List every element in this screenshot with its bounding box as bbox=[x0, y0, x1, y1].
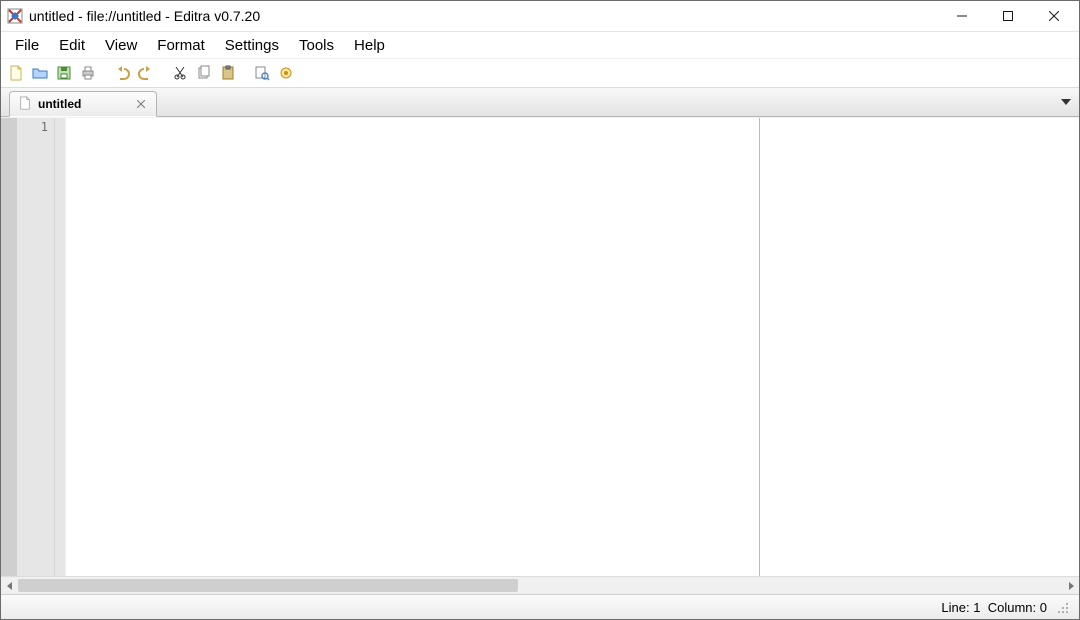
scroll-left-icon[interactable] bbox=[1, 577, 18, 594]
minimize-button[interactable] bbox=[939, 1, 985, 31]
tabstrip: untitled bbox=[1, 88, 1079, 117]
status-column-value: 0 bbox=[1040, 600, 1047, 615]
text-area[interactable] bbox=[66, 118, 1079, 576]
line-number-gutter: 1 bbox=[17, 118, 55, 576]
scroll-right-icon[interactable] bbox=[1062, 577, 1079, 594]
titlebar: untitled - file://untitled - Editra v0.7… bbox=[1, 1, 1079, 32]
status-column-label: Column: bbox=[988, 600, 1036, 615]
redo-icon[interactable] bbox=[135, 62, 157, 84]
close-button[interactable] bbox=[1031, 1, 1077, 31]
menu-settings[interactable]: Settings bbox=[215, 35, 289, 56]
editor-body: 1 bbox=[1, 117, 1079, 576]
file-icon bbox=[18, 96, 32, 113]
menu-file[interactable]: File bbox=[5, 35, 49, 56]
new-file-icon[interactable] bbox=[5, 62, 27, 84]
menu-edit[interactable]: Edit bbox=[49, 35, 95, 56]
tab-close-icon[interactable] bbox=[134, 97, 148, 111]
window: untitled - file://untitled - Editra v0.7… bbox=[0, 0, 1080, 620]
settings-icon[interactable] bbox=[275, 62, 297, 84]
menu-view[interactable]: View bbox=[95, 35, 147, 56]
status-line-value: 1 bbox=[973, 600, 980, 615]
line-number: 1 bbox=[17, 120, 48, 134]
resize-grip-icon[interactable] bbox=[1055, 600, 1069, 614]
toolbar bbox=[1, 59, 1079, 88]
fold-gutter[interactable] bbox=[1, 118, 17, 576]
maximize-button[interactable] bbox=[985, 1, 1031, 31]
menubar: File Edit View Format Settings Tools Hel… bbox=[1, 32, 1079, 59]
scroll-thumb[interactable] bbox=[18, 579, 518, 592]
statusbar: Line: 1 Column: 0 bbox=[1, 594, 1079, 619]
paste-icon[interactable] bbox=[217, 62, 239, 84]
cut-icon[interactable] bbox=[169, 62, 191, 84]
print-icon[interactable] bbox=[77, 62, 99, 84]
app-icon bbox=[7, 8, 23, 24]
margin-gutter bbox=[55, 118, 66, 576]
edge-column-guide bbox=[759, 118, 760, 576]
window-controls bbox=[939, 1, 1077, 31]
find-icon[interactable] bbox=[251, 62, 273, 84]
menu-tools[interactable]: Tools bbox=[289, 35, 344, 56]
menu-help[interactable]: Help bbox=[344, 35, 395, 56]
copy-icon[interactable] bbox=[193, 62, 215, 84]
open-file-icon[interactable] bbox=[29, 62, 51, 84]
scroll-track[interactable] bbox=[18, 577, 1062, 594]
window-title: untitled - file://untitled - Editra v0.7… bbox=[29, 8, 260, 24]
save-file-icon[interactable] bbox=[53, 62, 75, 84]
horizontal-scrollbar[interactable] bbox=[1, 576, 1079, 594]
tab-untitled[interactable]: untitled bbox=[9, 91, 157, 117]
editor: 1 bbox=[1, 117, 1079, 594]
status-line-label: Line: bbox=[941, 600, 969, 615]
tab-menu-icon[interactable] bbox=[1059, 95, 1073, 109]
menu-format[interactable]: Format bbox=[147, 35, 215, 56]
undo-icon[interactable] bbox=[111, 62, 133, 84]
tab-label: untitled bbox=[38, 97, 81, 111]
